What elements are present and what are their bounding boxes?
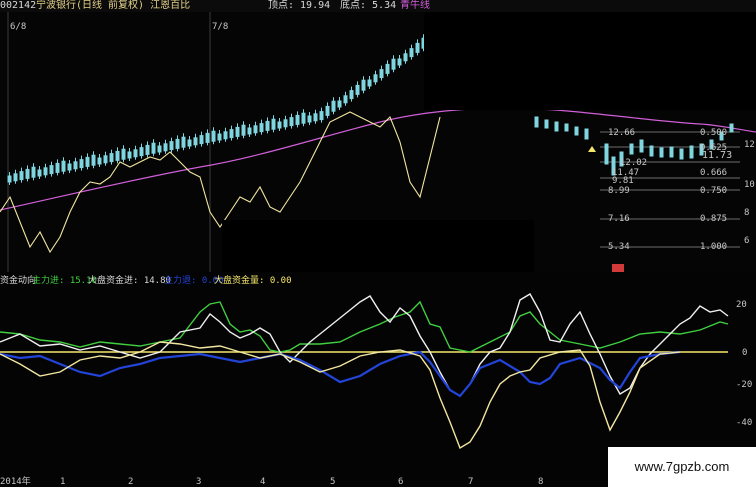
gann-price-4: 9.81	[612, 176, 634, 186]
upper-right-axis-8: 8	[744, 208, 750, 218]
last-price-label: 11.73	[702, 150, 733, 161]
gann-price-6: 7.16	[608, 214, 630, 224]
white-series	[0, 293, 729, 397]
gann-price-1: 12.66	[608, 128, 636, 138]
green-series	[0, 300, 729, 353]
upper-right-axis-12: 12	[744, 140, 755, 150]
gann-price-5: 8.99	[608, 186, 630, 196]
stock-title: 宁波银行(日线 前复权) 江恩百比	[36, 0, 191, 11]
price-panel[interactable]: 6/8 7/8 12.66 0.500 12.02 0.625 11.47 0.…	[0, 12, 756, 272]
market-in-label: 大盘资金进: 14.80	[88, 276, 171, 286]
lower-right-axis-0: 0	[742, 348, 748, 358]
marker-triangle	[588, 146, 596, 152]
occlusion-top-right	[424, 12, 756, 110]
gann-price-2: 12.02	[620, 158, 648, 168]
indicator-name: 青牛线	[400, 0, 430, 11]
gann-frac-3: 0.666	[700, 168, 728, 178]
tick-label-6-8: 6/8	[10, 22, 27, 32]
x-axis-1: 1	[60, 477, 66, 487]
x-axis-2014: 2014年	[0, 477, 31, 487]
x-axis-8: 8	[538, 477, 544, 487]
low-label: 底点: 5.34	[340, 0, 397, 11]
upper-right-axis-10: 10	[744, 180, 755, 190]
upper-right-axis-6: 6	[744, 236, 750, 246]
blue-series	[0, 350, 681, 398]
market-amount-label: 大盘资金量: 0.00	[214, 276, 292, 286]
lower-right-axis-neg20: -20	[736, 380, 753, 390]
high-label: 顶点: 19.94	[268, 0, 331, 11]
gann-frac-5: 0.750	[700, 186, 728, 196]
red-marker-2	[612, 264, 624, 272]
tick-label-7-8: 7/8	[212, 22, 229, 32]
x-axis-4: 4	[260, 477, 266, 487]
gann-price-7: 5.34	[608, 242, 630, 252]
lower-right-axis-20: 20	[736, 300, 747, 310]
x-axis-2: 2	[128, 477, 134, 487]
lower-title: 资金动向	[0, 276, 37, 286]
lower-right-axis-neg40: -40	[736, 418, 753, 428]
x-axis-5: 5	[330, 477, 336, 487]
candles-group	[7, 34, 426, 185]
gann-frac-1: 0.500	[700, 128, 728, 138]
x-axis-7: 7	[468, 477, 474, 487]
stock-code: 002142	[0, 0, 37, 11]
x-axis-6: 6	[398, 477, 404, 487]
x-axis-3: 3	[196, 477, 202, 487]
gann-frac-6: 0.875	[700, 214, 728, 224]
occlusion-middle	[222, 220, 534, 272]
watermark: www.7gpzb.com	[608, 447, 756, 487]
gann-frac-7: 1.000	[700, 242, 728, 252]
